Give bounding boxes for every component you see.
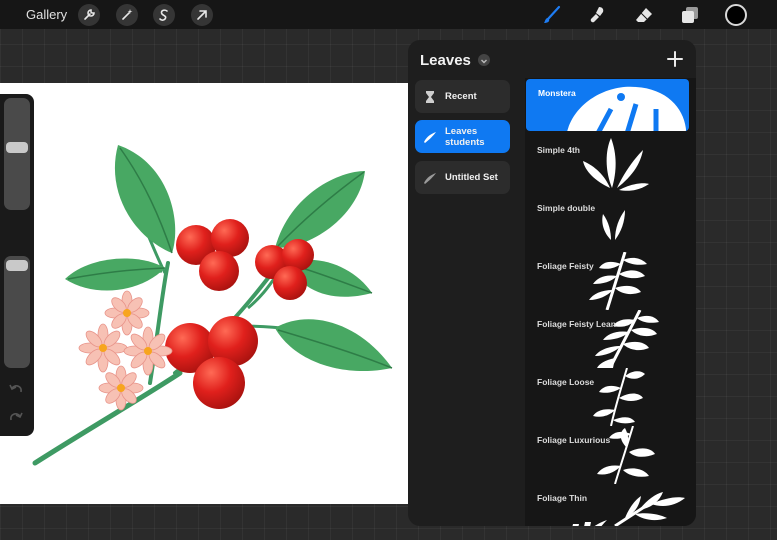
brush-simple-double[interactable]: Simple double [525,194,696,252]
opacity-thumb[interactable] [6,260,28,271]
brush-icon[interactable] [540,3,564,27]
brush-monstera[interactable]: Monstera [526,79,689,131]
wrench-icon[interactable] [78,4,100,26]
brush-name: Foliage Luxurious [537,435,611,445]
brush-set-label: Recent [445,91,477,102]
brush-foliage-feisty-lean[interactable]: Foliage Feisty Lean [525,310,696,368]
brush-set-recent[interactable]: Recent [415,80,510,113]
add-brush-icon[interactable] [666,50,684,68]
monstera-stroke-preview [567,86,687,131]
brush-list: Monstera Simple 4th Simple double Foliag… [525,78,696,526]
leaf [275,171,365,248]
brush-set-leaves-students[interactable]: Leaves students [415,120,510,153]
left-sidebar [0,94,34,436]
brush-set-untitled[interactable]: Untitled Set [415,161,510,194]
berry-cluster [176,219,249,291]
opacity-slider[interactable] [4,256,30,368]
brush-name: Simple double [537,203,596,213]
brush-name: Foliage Feisty [537,261,594,271]
brush-name: Foliage Feisty Lean [537,319,616,329]
color-swatch[interactable] [725,4,747,26]
flower [123,326,173,376]
top-toolbar: Gallery [0,0,777,29]
smudge-icon[interactable] [586,3,610,27]
flower [104,290,150,336]
berry-branch-illustration [32,145,393,466]
brush-name: Foliage Loose [537,377,595,387]
flower [78,323,128,373]
brush-name: Simple 4th [537,145,580,155]
brush-foliage-luxurious[interactable]: Foliage Luxurious [525,426,696,484]
foliage-thin-stroke-preview [572,492,685,526]
chevron-down-icon[interactable] [478,54,490,66]
brush-set-label: Leaves students [445,125,485,148]
drawing-canvas[interactable] [0,83,409,504]
gallery-button[interactable]: Gallery [26,7,67,22]
hourglass-icon [426,90,434,103]
brush-size-thumb[interactable] [6,142,28,153]
undo-icon[interactable] [8,382,24,396]
brush-foliage-feisty[interactable]: Foliage Feisty [525,252,696,310]
brush-foliage-thin[interactable]: Foliage Thin [525,484,696,526]
magic-wand-icon[interactable] [116,4,138,26]
leaf [114,145,176,254]
redo-icon[interactable] [8,410,24,424]
leaf [275,319,393,372]
leaf [65,258,166,291]
transform-arrow-icon[interactable] [191,4,213,26]
flower [98,365,144,411]
brush-stroke-icon [424,131,436,143]
brush-simple-4th[interactable]: Simple 4th [525,136,696,194]
brush-library-panel: Leaves Recent Leaves students Untitled S… [408,40,696,526]
brush-name: Foliage Thin [537,493,588,503]
eraser-icon[interactable] [632,3,656,27]
berry-cluster [165,316,258,409]
brush-stroke-icon [424,172,436,184]
brush-size-slider[interactable] [4,98,30,210]
brush-name: Monstera [538,88,576,98]
panel-title: Leaves [420,52,471,69]
brush-foliage-loose[interactable]: Foliage Loose [525,368,696,426]
brush-set-label: Untitled Set [445,172,498,183]
selection-icon[interactable] [153,4,175,26]
layers-icon[interactable] [678,3,702,27]
